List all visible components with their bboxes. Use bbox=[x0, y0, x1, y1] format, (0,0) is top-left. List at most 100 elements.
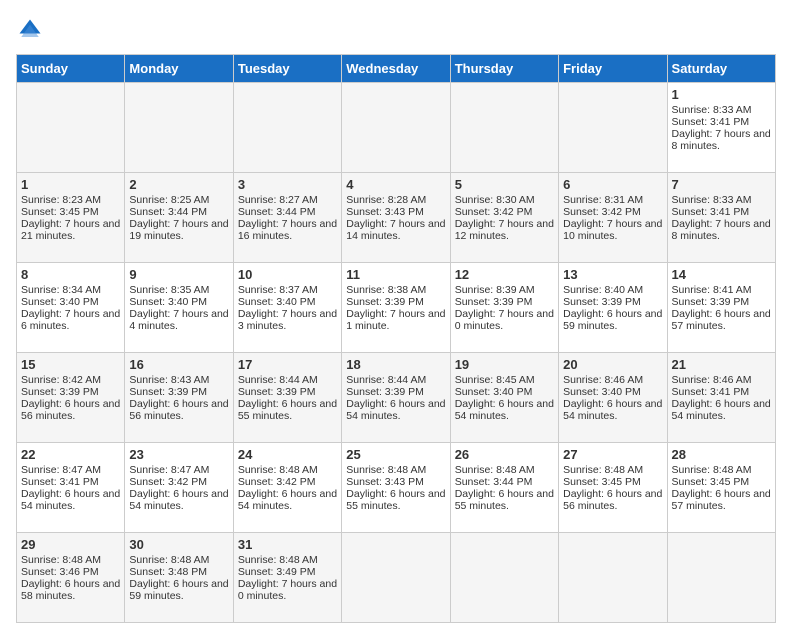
logo-icon bbox=[16, 16, 44, 44]
sunset: Sunset: 3:45 PM bbox=[563, 476, 641, 488]
calendar-week-row: 1 Sunrise: 8:33 AM Sunset: 3:41 PM Dayli… bbox=[17, 83, 776, 173]
sunset: Sunset: 3:41 PM bbox=[672, 386, 750, 398]
sunset: Sunset: 3:49 PM bbox=[238, 566, 316, 578]
sunset: Sunset: 3:40 PM bbox=[238, 296, 316, 308]
header-thursday: Thursday bbox=[450, 55, 558, 83]
calendar-cell: 21 Sunrise: 8:46 AM Sunset: 3:41 PM Dayl… bbox=[667, 353, 775, 443]
sunrise: Sunrise: 8:48 AM bbox=[563, 464, 643, 476]
calendar-cell: 23 Sunrise: 8:47 AM Sunset: 3:42 PM Dayl… bbox=[125, 443, 233, 533]
day-number: 8 bbox=[21, 267, 120, 282]
sunrise: Sunrise: 8:28 AM bbox=[346, 194, 426, 206]
sunrise: Sunrise: 8:48 AM bbox=[238, 464, 318, 476]
calendar-cell: 18 Sunrise: 8:44 AM Sunset: 3:39 PM Dayl… bbox=[342, 353, 450, 443]
sunset: Sunset: 3:43 PM bbox=[346, 476, 424, 488]
sunset: Sunset: 3:40 PM bbox=[129, 296, 207, 308]
calendar-cell bbox=[342, 83, 450, 173]
calendar-cell: 25 Sunrise: 8:48 AM Sunset: 3:43 PM Dayl… bbox=[342, 443, 450, 533]
sunset: Sunset: 3:48 PM bbox=[129, 566, 207, 578]
calendar-cell: 3 Sunrise: 8:27 AM Sunset: 3:44 PM Dayli… bbox=[233, 173, 341, 263]
sunset: Sunset: 3:45 PM bbox=[21, 206, 99, 218]
calendar-cell: 12 Sunrise: 8:39 AM Sunset: 3:39 PM Dayl… bbox=[450, 263, 558, 353]
daylight: Daylight: 6 hours and 54 minutes. bbox=[563, 398, 662, 422]
sunrise: Sunrise: 8:48 AM bbox=[672, 464, 752, 476]
daylight: Daylight: 7 hours and 16 minutes. bbox=[238, 218, 337, 242]
day-number: 23 bbox=[129, 447, 228, 462]
sunrise: Sunrise: 8:37 AM bbox=[238, 284, 318, 296]
calendar-week-row: 15 Sunrise: 8:42 AM Sunset: 3:39 PM Dayl… bbox=[17, 353, 776, 443]
header-friday: Friday bbox=[559, 55, 667, 83]
sunrise: Sunrise: 8:44 AM bbox=[346, 374, 426, 386]
day-number: 1 bbox=[672, 87, 771, 102]
sunrise: Sunrise: 8:33 AM bbox=[672, 194, 752, 206]
calendar-cell bbox=[125, 83, 233, 173]
day-number: 4 bbox=[346, 177, 445, 192]
header-sunday: Sunday bbox=[17, 55, 125, 83]
daylight: Daylight: 6 hours and 57 minutes. bbox=[672, 308, 771, 332]
daylight: Daylight: 7 hours and 19 minutes. bbox=[129, 218, 228, 242]
sunrise: Sunrise: 8:44 AM bbox=[238, 374, 318, 386]
day-number: 3 bbox=[238, 177, 337, 192]
daylight: Daylight: 6 hours and 55 minutes. bbox=[455, 488, 554, 512]
calendar-cell: 7 Sunrise: 8:33 AM Sunset: 3:41 PM Dayli… bbox=[667, 173, 775, 263]
calendar-header-row: SundayMondayTuesdayWednesdayThursdayFrid… bbox=[17, 55, 776, 83]
calendar-cell: 24 Sunrise: 8:48 AM Sunset: 3:42 PM Dayl… bbox=[233, 443, 341, 533]
daylight: Daylight: 6 hours and 54 minutes. bbox=[672, 398, 771, 422]
calendar-cell bbox=[559, 83, 667, 173]
day-number: 28 bbox=[672, 447, 771, 462]
calendar-cell: 2 Sunrise: 8:25 AM Sunset: 3:44 PM Dayli… bbox=[125, 173, 233, 263]
daylight: Daylight: 7 hours and 8 minutes. bbox=[672, 218, 771, 242]
day-number: 10 bbox=[238, 267, 337, 282]
sunset: Sunset: 3:40 PM bbox=[563, 386, 641, 398]
calendar-cell: 16 Sunrise: 8:43 AM Sunset: 3:39 PM Dayl… bbox=[125, 353, 233, 443]
daylight: Daylight: 7 hours and 21 minutes. bbox=[21, 218, 120, 242]
sunset: Sunset: 3:45 PM bbox=[672, 476, 750, 488]
calendar-cell: 19 Sunrise: 8:45 AM Sunset: 3:40 PM Dayl… bbox=[450, 353, 558, 443]
calendar-cell: 13 Sunrise: 8:40 AM Sunset: 3:39 PM Dayl… bbox=[559, 263, 667, 353]
sunrise: Sunrise: 8:40 AM bbox=[563, 284, 643, 296]
sunset: Sunset: 3:42 PM bbox=[455, 206, 533, 218]
sunset: Sunset: 3:42 PM bbox=[129, 476, 207, 488]
daylight: Daylight: 6 hours and 57 minutes. bbox=[672, 488, 771, 512]
calendar-week-row: 22 Sunrise: 8:47 AM Sunset: 3:41 PM Dayl… bbox=[17, 443, 776, 533]
sunset: Sunset: 3:41 PM bbox=[672, 206, 750, 218]
day-number: 19 bbox=[455, 357, 554, 372]
calendar-cell: 5 Sunrise: 8:30 AM Sunset: 3:42 PM Dayli… bbox=[450, 173, 558, 263]
daylight: Daylight: 6 hours and 56 minutes. bbox=[21, 398, 120, 422]
sunset: Sunset: 3:41 PM bbox=[21, 476, 99, 488]
daylight: Daylight: 6 hours and 54 minutes. bbox=[455, 398, 554, 422]
sunset: Sunset: 3:39 PM bbox=[346, 386, 424, 398]
daylight: Daylight: 7 hours and 0 minutes. bbox=[455, 308, 554, 332]
day-number: 12 bbox=[455, 267, 554, 282]
day-number: 22 bbox=[21, 447, 120, 462]
day-number: 2 bbox=[129, 177, 228, 192]
calendar-cell: 30 Sunrise: 8:48 AM Sunset: 3:48 PM Dayl… bbox=[125, 533, 233, 623]
daylight: Daylight: 7 hours and 1 minute. bbox=[346, 308, 445, 332]
daylight: Daylight: 6 hours and 55 minutes. bbox=[238, 398, 337, 422]
sunset: Sunset: 3:39 PM bbox=[21, 386, 99, 398]
sunset: Sunset: 3:41 PM bbox=[672, 116, 750, 128]
sunrise: Sunrise: 8:45 AM bbox=[455, 374, 535, 386]
sunrise: Sunrise: 8:46 AM bbox=[563, 374, 643, 386]
calendar-cell: 4 Sunrise: 8:28 AM Sunset: 3:43 PM Dayli… bbox=[342, 173, 450, 263]
sunrise: Sunrise: 8:48 AM bbox=[238, 554, 318, 566]
sunrise: Sunrise: 8:31 AM bbox=[563, 194, 643, 206]
day-number: 5 bbox=[455, 177, 554, 192]
day-number: 30 bbox=[129, 537, 228, 552]
calendar-cell: 1 Sunrise: 8:33 AM Sunset: 3:41 PM Dayli… bbox=[667, 83, 775, 173]
sunset: Sunset: 3:44 PM bbox=[238, 206, 316, 218]
day-number: 14 bbox=[672, 267, 771, 282]
sunset: Sunset: 3:44 PM bbox=[129, 206, 207, 218]
day-number: 15 bbox=[21, 357, 120, 372]
day-number: 21 bbox=[672, 357, 771, 372]
daylight: Daylight: 7 hours and 0 minutes. bbox=[238, 578, 337, 602]
sunrise: Sunrise: 8:25 AM bbox=[129, 194, 209, 206]
sunrise: Sunrise: 8:46 AM bbox=[672, 374, 752, 386]
day-number: 6 bbox=[563, 177, 662, 192]
calendar-cell: 11 Sunrise: 8:38 AM Sunset: 3:39 PM Dayl… bbox=[342, 263, 450, 353]
daylight: Daylight: 7 hours and 4 minutes. bbox=[129, 308, 228, 332]
day-number: 16 bbox=[129, 357, 228, 372]
calendar-cell: 28 Sunrise: 8:48 AM Sunset: 3:45 PM Dayl… bbox=[667, 443, 775, 533]
calendar-cell: 8 Sunrise: 8:34 AM Sunset: 3:40 PM Dayli… bbox=[17, 263, 125, 353]
day-number: 18 bbox=[346, 357, 445, 372]
sunset: Sunset: 3:39 PM bbox=[672, 296, 750, 308]
